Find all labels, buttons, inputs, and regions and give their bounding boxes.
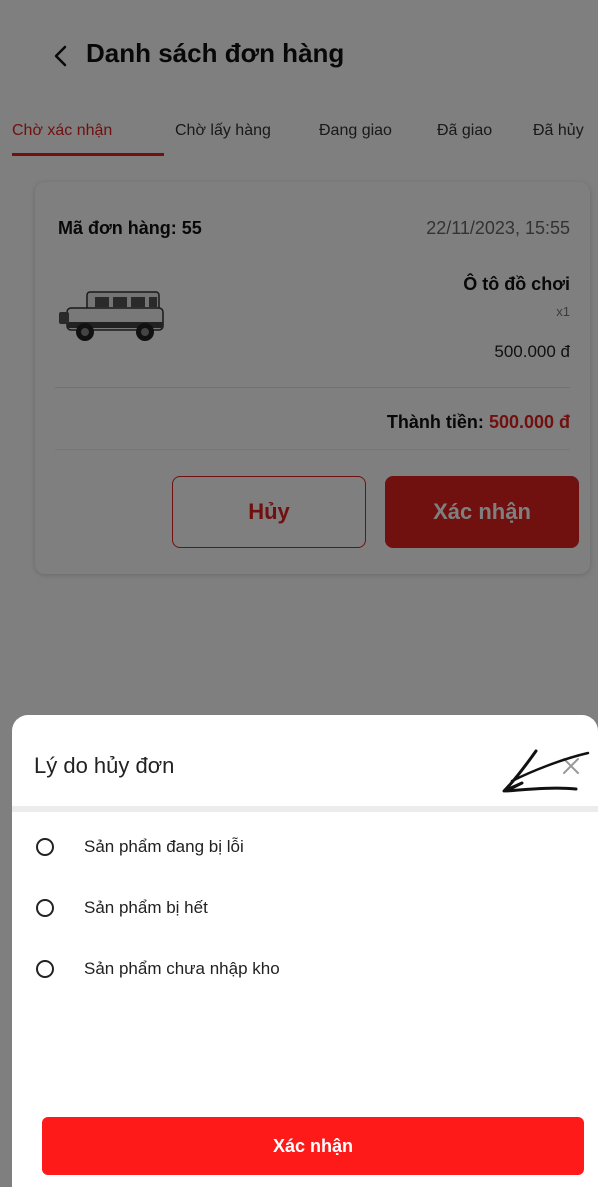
confirm-cancel-button[interactable]: Xác nhận xyxy=(42,1117,584,1175)
radio-button[interactable] xyxy=(36,838,54,856)
sheet-divider xyxy=(12,806,598,812)
sheet-title: Lý do hủy đơn xyxy=(34,753,175,778)
screen: Danh sách đơn hàng Chờ xác nhận Chờ lấy … xyxy=(0,0,598,1187)
reason-option-out-of-stock[interactable]: Sản phẩm bị hết xyxy=(36,893,208,923)
reason-label: Sản phẩm bị hết xyxy=(84,898,208,917)
reason-label: Sản phẩm chưa nhập kho xyxy=(84,959,280,978)
reason-label: Sản phẩm đang bị lỗi xyxy=(84,837,244,856)
reason-option-product-defective[interactable]: Sản phẩm đang bị lỗi xyxy=(36,832,244,862)
radio-button[interactable] xyxy=(36,960,54,978)
close-icon[interactable] xyxy=(492,743,592,803)
cancel-reason-sheet: Lý do hủy đơn Sản phẩm đang bị lỗi Sản p… xyxy=(12,715,598,1187)
radio-button[interactable] xyxy=(36,899,54,917)
reason-option-not-in-warehouse[interactable]: Sản phẩm chưa nhập kho xyxy=(36,954,280,984)
